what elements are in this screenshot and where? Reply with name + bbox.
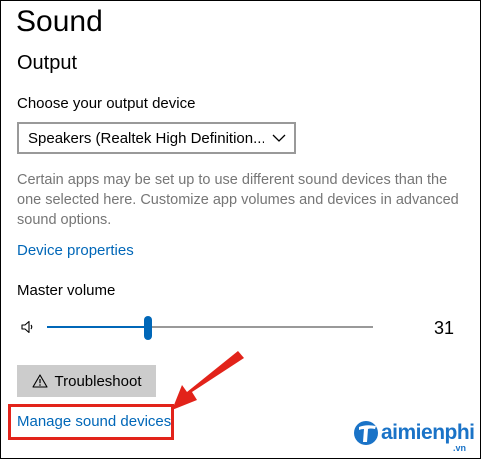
speaker-icon[interactable] (20, 319, 36, 335)
annotation-highlight-box (8, 404, 174, 440)
output-description: Certain apps may be set up to use differ… (17, 172, 459, 228)
master-volume-label: Master volume (17, 282, 116, 299)
slider-thumb[interactable] (144, 316, 152, 340)
troubleshoot-label: Troubleshoot (54, 372, 142, 390)
chevron-down-icon (264, 124, 294, 152)
arrow-icon (172, 351, 244, 410)
volume-value: 31 (433, 318, 454, 338)
slider-fill (47, 326, 148, 328)
watermark-t-icon (354, 421, 378, 445)
output-device-dropdown[interactable]: Speakers (Realtek High Definition... (17, 122, 296, 154)
watermark-logo: aimienphi .vn (352, 418, 477, 458)
output-device-selected: Speakers (Realtek High Definition... (28, 129, 264, 147)
section-title-output: Output (17, 52, 78, 74)
page-title: Sound (16, 5, 103, 38)
master-volume-slider[interactable] (47, 316, 373, 340)
warning-icon (31, 374, 48, 388)
watermark-text: aimienphi (381, 421, 475, 444)
device-properties-link[interactable]: Device properties (17, 241, 134, 261)
output-device-label: Choose your output device (17, 95, 196, 112)
troubleshoot-button[interactable]: Troubleshoot (17, 365, 156, 397)
watermark-suffix: .vn (453, 443, 467, 453)
